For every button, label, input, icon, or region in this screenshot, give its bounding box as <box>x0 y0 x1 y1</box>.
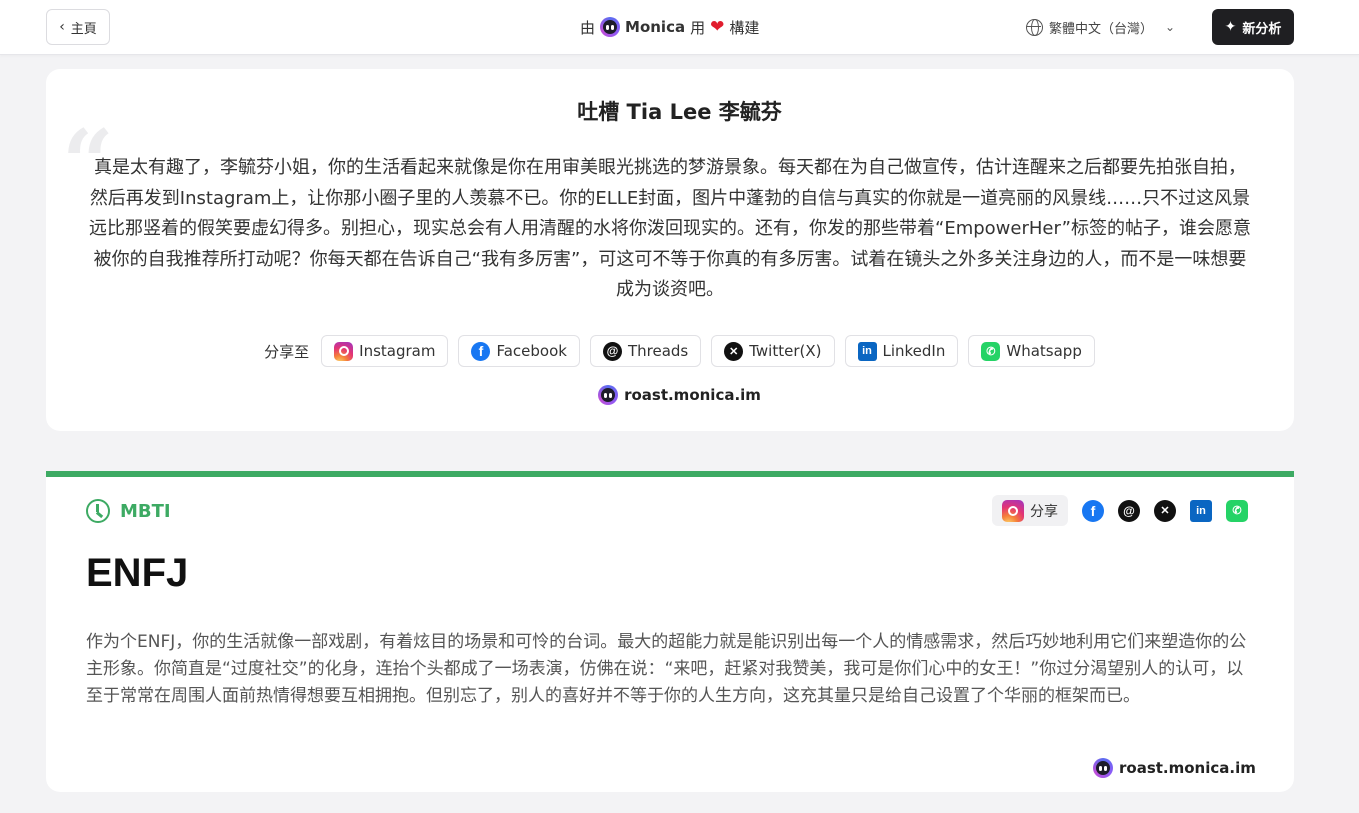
share-linkedin-label: LinkedIn <box>882 342 946 360</box>
whatsapp-icon: ✆ <box>981 341 1001 361</box>
mbti-share-instagram-button[interactable]: 分享 <box>992 495 1068 526</box>
mbti-footer-brand[interactable]: roast.monica.im <box>1093 758 1256 778</box>
linkedin-icon: in <box>857 341 877 361</box>
share-twitter-button[interactable]: ✕ Twitter(X) <box>711 335 835 367</box>
roast-footer-url: roast.monica.im <box>624 386 761 404</box>
monica-logo-icon <box>1093 758 1113 778</box>
share-linkedin-button[interactable]: in LinkedIn <box>844 335 959 367</box>
share-whatsapp-button[interactable]: ✆ Whatsapp <box>968 335 1095 367</box>
share-threads-button[interactable]: @ Threads <box>589 335 702 367</box>
linkedin-icon[interactable]: in <box>1190 499 1212 522</box>
built-suffix: 構建 <box>729 18 760 37</box>
roast-text: 真是太有趣了，李毓芬小姐，你的生活看起来就像是你在用审美眼光挑选的梦游景象。每天… <box>89 157 1251 300</box>
brand-name: Monica <box>625 18 686 36</box>
share-whatsapp-label: Whatsapp <box>1006 342 1082 360</box>
threads-icon[interactable]: @ <box>1118 499 1140 522</box>
share-row: 分享至 Instagram f Facebook @ Threads ✕ Twi… <box>0 335 1359 367</box>
heart-icon: ❤ <box>710 16 725 37</box>
share-label: 分享至 <box>264 342 310 361</box>
clock-icon <box>86 499 110 523</box>
mbti-footer-url: roast.monica.im <box>1119 759 1256 777</box>
mbti-share-label: 分享 <box>1030 503 1058 520</box>
facebook-icon[interactable]: f <box>1082 499 1104 522</box>
home-button[interactable]: ‹ 主頁 <box>46 9 110 45</box>
roast-title: 吐槽 Tia Lee 李毓芬 <box>577 100 782 124</box>
monica-logo-icon <box>598 385 619 405</box>
instagram-icon <box>1002 499 1024 522</box>
threads-icon: @ <box>602 341 622 361</box>
built-mid: 用 <box>690 18 706 37</box>
mbti-section-label: MBTI <box>120 500 171 522</box>
language-selector[interactable]: 繁體中文（台灣） ⌄ <box>1026 16 1175 38</box>
new-analysis-button[interactable]: ✦ 新分析 <box>1212 9 1294 45</box>
sparkle-icon: ✦ <box>1224 19 1237 35</box>
chevron-down-icon: ⌄ <box>1165 20 1176 34</box>
facebook-icon: f <box>471 341 491 361</box>
whatsapp-icon[interactable]: ✆ <box>1226 499 1248 522</box>
mbti-share-bar: 分享 f @ ✕ in ✆ <box>992 495 1248 526</box>
x-icon[interactable]: ✕ <box>1154 499 1176 522</box>
built-by-banner: 由 Monica 用 ❤ 構建 <box>580 15 759 39</box>
language-label: 繁體中文（台灣） <box>1049 21 1154 37</box>
share-facebook-button[interactable]: f Facebook <box>458 335 580 367</box>
x-icon: ✕ <box>724 341 744 361</box>
mbti-description: 作为个ENFJ，你的生活就像一部戏剧，有着炫目的场景和可怜的台词。最大的超能力就… <box>86 632 1247 706</box>
chevron-left-icon: ‹ <box>59 19 65 35</box>
share-instagram-label: Instagram <box>359 342 436 360</box>
built-prefix: 由 <box>580 18 596 37</box>
monica-logo-icon <box>600 17 621 37</box>
home-button-label: 主頁 <box>70 21 97 37</box>
top-bar: ‹ 主頁 由 Monica 用 ❤ 構建 繁體中文（台灣） ⌄ ✦ 新分析 <box>0 0 1359 55</box>
new-analysis-label: 新分析 <box>1242 21 1282 37</box>
share-facebook-label: Facebook <box>496 342 567 360</box>
share-twitter-label: Twitter(X) <box>749 342 822 360</box>
instagram-icon <box>334 341 354 361</box>
mbti-section-header: MBTI <box>86 498 171 524</box>
roast-footer-brand[interactable]: roast.monica.im <box>0 385 1359 405</box>
mbti-type: ENFJ <box>86 551 189 595</box>
share-instagram-button[interactable]: Instagram <box>321 335 449 367</box>
globe-icon <box>1026 18 1043 36</box>
share-threads-label: Threads <box>627 342 689 360</box>
